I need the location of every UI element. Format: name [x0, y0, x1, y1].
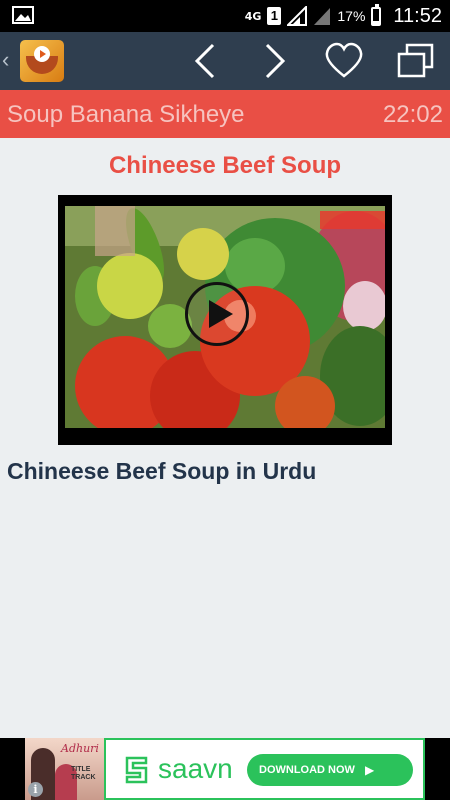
signal-icon: [287, 6, 308, 26]
app-logo[interactable]: [20, 40, 64, 82]
back-chevron-icon[interactable]: ‹: [2, 47, 9, 73]
ad-banner[interactable]: Adhuri TITLE TRACK saavn DOWNLOAD NOW ▶: [25, 738, 425, 800]
saavn-logo-icon: [125, 756, 148, 784]
clock: 11:52: [393, 4, 442, 27]
header-time: 22:02: [382, 101, 443, 128]
signal-icon-2: [314, 8, 331, 25]
next-button[interactable]: [254, 41, 294, 81]
previous-button[interactable]: [186, 41, 226, 81]
ad-info-icon[interactable]: i: [28, 782, 43, 797]
saavn-ad[interactable]: saavn DOWNLOAD NOW ▶: [104, 738, 425, 800]
play-button[interactable]: [185, 282, 249, 346]
ad-subtitle: TITLE TRACK: [71, 766, 96, 781]
download-now-button[interactable]: DOWNLOAD NOW ▶: [247, 754, 413, 786]
status-bar: 4G 1 17% 11:52: [0, 0, 450, 32]
ad-tagline: Adhuri: [61, 742, 99, 755]
recipe-title: Chineese Beef Soup: [108, 152, 342, 179]
battery-percent: 17%: [337, 8, 366, 24]
heart-icon: [325, 42, 363, 78]
chevron-right-icon: [265, 43, 286, 79]
copy-icon: [397, 43, 434, 78]
ad-bar: Adhuri TITLE TRACK saavn DOWNLOAD NOW ▶: [0, 738, 450, 800]
status-icons: 4G 1 17% 11:52: [245, 0, 442, 32]
copy-button[interactable]: [395, 41, 435, 81]
chevron-left-icon: [194, 43, 215, 79]
gallery-icon: [12, 6, 34, 24]
app-bar: ‹: [0, 32, 450, 90]
screen: 4G 1 17% 11:52 ‹ Soup Banana Sikheye 22:…: [0, 0, 450, 800]
battery-icon: [371, 3, 382, 26]
app-title: Soup Banana Sikheye: [7, 101, 245, 128]
favorite-button[interactable]: [324, 41, 364, 81]
title-band: Soup Banana Sikheye 22:02: [0, 90, 450, 138]
video-caption[interactable]: Chineese Beef Soup in Urdu: [7, 458, 316, 485]
download-label: DOWNLOAD NOW: [259, 764, 355, 776]
network-type: 4G: [244, 9, 262, 23]
play-store-icon: ▶: [364, 763, 375, 777]
sim-icon: 1: [267, 7, 282, 25]
video-player[interactable]: [58, 195, 392, 445]
saavn-brand: saavn: [158, 753, 233, 784]
